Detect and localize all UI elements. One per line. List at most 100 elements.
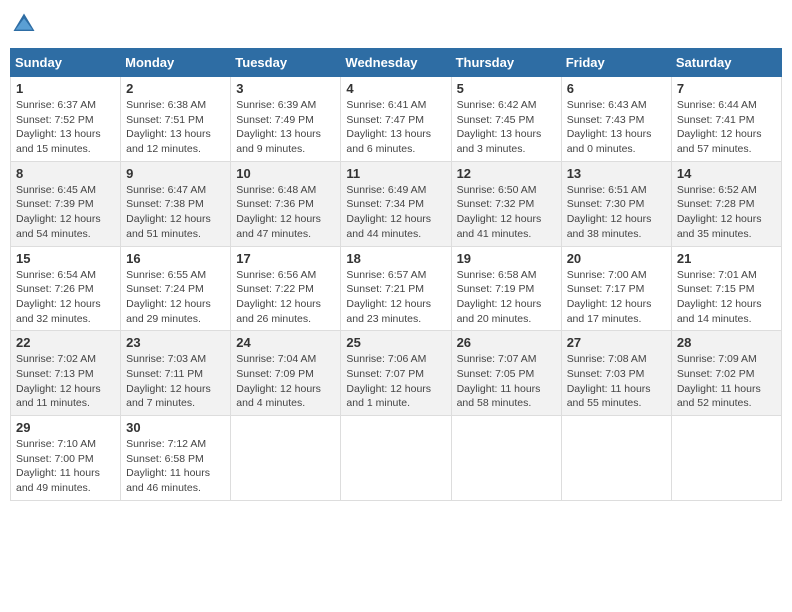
calendar-header-sunday: Sunday: [11, 49, 121, 77]
calendar-cell: 10 Sunrise: 6:48 AMSunset: 7:36 PMDayligh…: [231, 161, 341, 246]
calendar-cell: 4Sunrise: 6:41 AMSunset: 7:47 PMDaylight…: [341, 77, 451, 162]
calendar-cell: 28Sunrise: 7:09 AMSunset: 7:02 PMDayligh…: [671, 331, 781, 416]
calendar-week-3: 15Sunrise: 6:54 AMSunset: 7:26 PMDayligh…: [11, 246, 782, 331]
calendar-cell: 2 Sunrise: 6:38 AMSunset: 7:51 PMDaylight…: [121, 77, 231, 162]
day-number: 4: [346, 81, 445, 96]
calendar-cell: [561, 416, 671, 501]
logo-icon: [10, 10, 38, 38]
calendar-cell: 11 Sunrise: 6:49 AMSunset: 7:34 PMDayligh…: [341, 161, 451, 246]
day-detail: Sunrise: 6:37 AMSunset: 7:52 PMDaylight:…: [16, 98, 115, 157]
calendar-cell: 23 Sunrise: 7:03 AMSunset: 7:11 PMDayligh…: [121, 331, 231, 416]
calendar-header-saturday: Saturday: [671, 49, 781, 77]
calendar-week-5: 29 Sunrise: 7:10 AMSunset: 7:00 PMDayligh…: [11, 416, 782, 501]
calendar-cell: 22 Sunrise: 7:02 AMSunset: 7:13 PMDayligh…: [11, 331, 121, 416]
day-number: 14: [677, 166, 776, 181]
day-detail: Sunrise: 6:49 AMSunset: 7:34 PMDaylight:…: [346, 183, 445, 242]
calendar-cell: [231, 416, 341, 501]
day-detail: Sunrise: 6:48 AMSunset: 7:36 PMDaylight:…: [236, 183, 335, 242]
day-detail: Sunrise: 7:00 AMSunset: 7:17 PMDaylight:…: [567, 268, 666, 327]
calendar-cell: 7 Sunrise: 6:44 AMSunset: 7:41 PMDaylight…: [671, 77, 781, 162]
day-detail: Sunrise: 7:02 AMSunset: 7:13 PMDaylight:…: [16, 352, 115, 411]
calendar-cell: 19 Sunrise: 6:58 AMSunset: 7:19 PMDayligh…: [451, 246, 561, 331]
calendar-cell: 8Sunrise: 6:45 AMSunset: 7:39 PMDaylight…: [11, 161, 121, 246]
day-detail: Sunrise: 7:07 AMSunset: 7:05 PMDaylight:…: [457, 352, 556, 411]
calendar-cell: 15Sunrise: 6:54 AMSunset: 7:26 PMDayligh…: [11, 246, 121, 331]
calendar-cell: 26 Sunrise: 7:07 AMSunset: 7:05 PMDayligh…: [451, 331, 561, 416]
day-detail: Sunrise: 6:57 AMSunset: 7:21 PMDaylight:…: [346, 268, 445, 327]
calendar-cell: 9 Sunrise: 6:47 AMSunset: 7:38 PMDaylight…: [121, 161, 231, 246]
calendar-cell: 21 Sunrise: 7:01 AMSunset: 7:15 PMDayligh…: [671, 246, 781, 331]
day-number: 21: [677, 251, 776, 266]
day-detail: Sunrise: 6:58 AMSunset: 7:19 PMDaylight:…: [457, 268, 556, 327]
day-number: 26: [457, 335, 556, 350]
day-number: 3: [236, 81, 335, 96]
day-detail: Sunrise: 6:52 AMSunset: 7:28 PMDaylight:…: [677, 183, 776, 242]
day-detail: Sunrise: 7:01 AMSunset: 7:15 PMDaylight:…: [677, 268, 776, 327]
day-detail: Sunrise: 7:06 AMSunset: 7:07 PMDaylight:…: [346, 352, 445, 411]
day-number: 10: [236, 166, 335, 181]
calendar-cell: 29 Sunrise: 7:10 AMSunset: 7:00 PMDayligh…: [11, 416, 121, 501]
calendar-cell: 14 Sunrise: 6:52 AMSunset: 7:28 PMDayligh…: [671, 161, 781, 246]
calendar-header-friday: Friday: [561, 49, 671, 77]
calendar-cell: 24 Sunrise: 7:04 AMSunset: 7:09 PMDayligh…: [231, 331, 341, 416]
day-detail: Sunrise: 7:08 AMSunset: 7:03 PMDaylight:…: [567, 352, 666, 411]
day-number: 5: [457, 81, 556, 96]
day-number: 7: [677, 81, 776, 96]
calendar-cell: 12 Sunrise: 6:50 AMSunset: 7:32 PMDayligh…: [451, 161, 561, 246]
calendar-cell: 1Sunrise: 6:37 AMSunset: 7:52 PMDaylight…: [11, 77, 121, 162]
day-detail: Sunrise: 6:42 AMSunset: 7:45 PMDaylight:…: [457, 98, 556, 157]
day-number: 9: [126, 166, 225, 181]
day-detail: Sunrise: 6:43 AMSunset: 7:43 PMDaylight:…: [567, 98, 666, 157]
day-number: 18: [346, 251, 445, 266]
day-number: 22: [16, 335, 115, 350]
day-detail: Sunrise: 7:10 AMSunset: 7:00 PMDaylight:…: [16, 437, 115, 496]
day-detail: Sunrise: 6:47 AMSunset: 7:38 PMDaylight:…: [126, 183, 225, 242]
calendar-week-1: 1Sunrise: 6:37 AMSunset: 7:52 PMDaylight…: [11, 77, 782, 162]
day-detail: Sunrise: 7:03 AMSunset: 7:11 PMDaylight:…: [126, 352, 225, 411]
day-number: 11: [346, 166, 445, 181]
day-detail: Sunrise: 6:39 AMSunset: 7:49 PMDaylight:…: [236, 98, 335, 157]
day-detail: Sunrise: 6:56 AMSunset: 7:22 PMDaylight:…: [236, 268, 335, 327]
calendar-cell: 20 Sunrise: 7:00 AMSunset: 7:17 PMDayligh…: [561, 246, 671, 331]
day-detail: Sunrise: 7:04 AMSunset: 7:09 PMDaylight:…: [236, 352, 335, 411]
day-number: 12: [457, 166, 556, 181]
logo: [10, 10, 42, 38]
calendar-cell: 3 Sunrise: 6:39 AMSunset: 7:49 PMDaylight…: [231, 77, 341, 162]
day-detail: Sunrise: 6:51 AMSunset: 7:30 PMDaylight:…: [567, 183, 666, 242]
day-detail: Sunrise: 7:12 AMSunset: 6:58 PMDaylight:…: [126, 437, 225, 496]
day-number: 8: [16, 166, 115, 181]
day-detail: Sunrise: 6:44 AMSunset: 7:41 PMDaylight:…: [677, 98, 776, 157]
day-number: 17: [236, 251, 335, 266]
day-number: 2: [126, 81, 225, 96]
calendar-cell: 18 Sunrise: 6:57 AMSunset: 7:21 PMDayligh…: [341, 246, 451, 331]
calendar-week-2: 8Sunrise: 6:45 AMSunset: 7:39 PMDaylight…: [11, 161, 782, 246]
day-number: 24: [236, 335, 335, 350]
calendar-cell: 17 Sunrise: 6:56 AMSunset: 7:22 PMDayligh…: [231, 246, 341, 331]
calendar-table: SundayMondayTuesdayWednesdayThursdayFrid…: [10, 48, 782, 501]
calendar-cell: 25 Sunrise: 7:06 AMSunset: 7:07 PMDayligh…: [341, 331, 451, 416]
calendar-cell: [451, 416, 561, 501]
day-number: 20: [567, 251, 666, 266]
day-number: 29: [16, 420, 115, 435]
calendar-cell: 13 Sunrise: 6:51 AMSunset: 7:30 PMDayligh…: [561, 161, 671, 246]
day-detail: Sunrise: 6:38 AMSunset: 7:51 PMDaylight:…: [126, 98, 225, 157]
calendar-cell: [341, 416, 451, 501]
calendar-cell: 16Sunrise: 6:55 AMSunset: 7:24 PMDayligh…: [121, 246, 231, 331]
day-number: 13: [567, 166, 666, 181]
calendar-cell: 6Sunrise: 6:43 AMSunset: 7:43 PMDaylight…: [561, 77, 671, 162]
day-number: 30: [126, 420, 225, 435]
day-detail: Sunrise: 6:50 AMSunset: 7:32 PMDaylight:…: [457, 183, 556, 242]
calendar-cell: [671, 416, 781, 501]
calendar-header-wednesday: Wednesday: [341, 49, 451, 77]
day-number: 25: [346, 335, 445, 350]
calendar-header-tuesday: Tuesday: [231, 49, 341, 77]
day-number: 23: [126, 335, 225, 350]
day-detail: Sunrise: 7:09 AMSunset: 7:02 PMDaylight:…: [677, 352, 776, 411]
day-number: 19: [457, 251, 556, 266]
calendar-header-monday: Monday: [121, 49, 231, 77]
calendar-cell: 5 Sunrise: 6:42 AMSunset: 7:45 PMDaylight…: [451, 77, 561, 162]
day-detail: Sunrise: 6:54 AMSunset: 7:26 PMDaylight:…: [16, 268, 115, 327]
calendar-cell: 30 Sunrise: 7:12 AMSunset: 6:58 PMDayligh…: [121, 416, 231, 501]
day-number: 16: [126, 251, 225, 266]
calendar-week-4: 22 Sunrise: 7:02 AMSunset: 7:13 PMDayligh…: [11, 331, 782, 416]
